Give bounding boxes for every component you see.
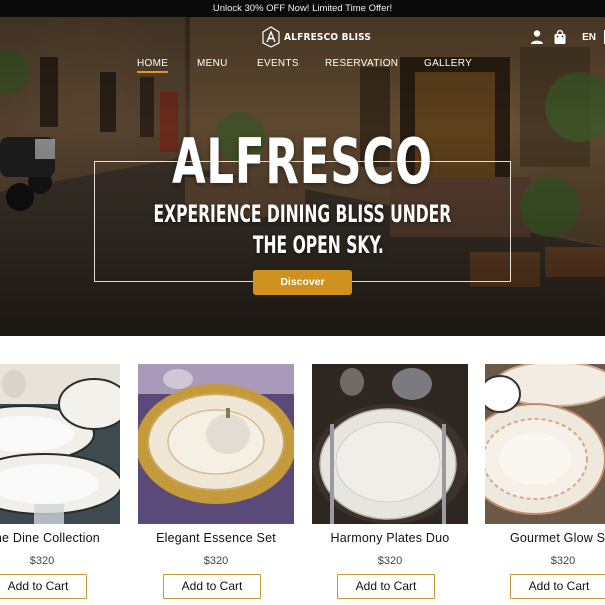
nav-gallery[interactable]: GALLERY [424,58,472,69]
product-name: Gourmet Glow Set [509,531,605,545]
product-card[interactable]: Gourmet Glow Set $320 Add to Cart [485,336,605,605]
product-card[interactable]: Harmony Plates Duo $320 Add to Cart [312,336,468,605]
shopping-bag-icon[interactable] [552,29,568,45]
logo-text: ALFRESCO BLISS [284,31,372,43]
announcement-bar: Unlock 30% OFF Now! Limited Time Offer! [0,0,605,17]
product-name: Elegant Essence Set [156,531,276,545]
product-image[interactable] [485,364,605,524]
product-image[interactable] [312,364,468,524]
product-price: $320 [203,555,229,567]
add-to-cart-button[interactable]: Add to Cart [163,574,261,599]
discover-button[interactable]: Discover [253,270,352,295]
product-card[interactable]: Elegant Essence Set $320 Add to Cart [138,336,294,605]
user-icon[interactable] [529,29,545,45]
product-image[interactable] [138,364,294,524]
brand-logo[interactable]: ALFRESCO BLISS [262,25,371,49]
product-image[interactable] [0,364,120,524]
add-to-cart-button[interactable]: Add to Cart [337,574,435,599]
logo-emblem-icon [262,26,280,48]
hero-section: ALFRESCO BLISS EN HOME MENU EVENTS RESER… [0,17,605,336]
nav-home[interactable]: HOME [137,58,169,73]
product-price: $320 [550,555,576,567]
product-carousel: Fine Dine Collection $320 Add to Cart El… [0,336,605,605]
product-price: $320 [377,555,403,567]
product-name: Harmony Plates Duo [330,531,450,545]
nav-events[interactable]: EVENTS [257,58,299,69]
hero-title: ALFRESCO [171,125,433,198]
add-to-cart-button[interactable]: Add to Cart [510,574,605,599]
nav-reservation[interactable]: RESERVATION [325,58,398,69]
header-actions: EN [522,27,605,47]
language-selector[interactable]: EN [582,32,596,43]
nav-menu[interactable]: MENU [197,58,228,69]
product-price: $320 [29,555,55,567]
add-to-cart-button[interactable]: Add to Cart [0,574,87,599]
main-nav: HOME MENU EVENTS RESERVATION GALLERY [0,58,605,76]
hero-subtitle-line1: EXPERIENCE DINING BLISS UNDER [153,200,452,228]
product-card[interactable]: Fine Dine Collection $320 Add to Cart [0,336,120,605]
announcement-text: Unlock 30% OFF Now! Limited Time Offer! [212,3,393,14]
hero-subtitle-line2: THE OPEN SKY. [252,231,384,259]
